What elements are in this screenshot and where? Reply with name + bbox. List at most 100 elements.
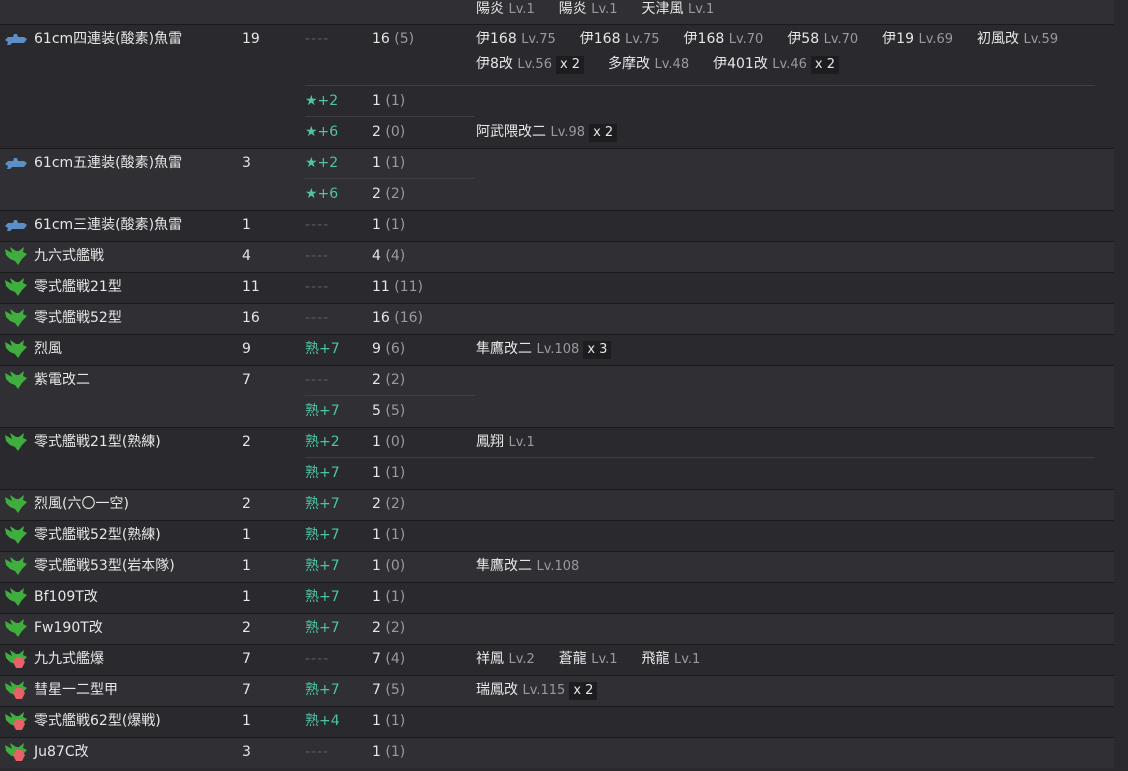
ship-entry: 瑞鳳改 Lv.115 x 2: [476, 677, 598, 703]
dive-bomber-icon: [5, 712, 27, 730]
ship-name: 伊168: [579, 31, 621, 47]
table-row-stripe: [0, 304, 1114, 334]
equipment-name[interactable]: 零式艦戦62型(爆戦): [34, 706, 161, 737]
fighter-icon: [5, 433, 27, 451]
fighter-icon: [5, 278, 27, 296]
count-total: 2: [372, 372, 381, 388]
equipment-count: 16 (16): [372, 303, 423, 334]
dive-bomber-icon: [5, 681, 27, 699]
improvement-level: ----: [305, 217, 330, 233]
equipment-name[interactable]: Fw190T改: [34, 613, 103, 644]
improvement-level: 熟+7: [305, 620, 340, 636]
ship-level: Lv.1: [688, 2, 715, 17]
equipment-total: 3: [242, 744, 251, 760]
count-total: 2: [372, 124, 381, 140]
count-available: (5): [385, 682, 406, 698]
equipment-count: 1 (1): [372, 86, 405, 117]
count-total: 16: [372, 310, 390, 326]
row-divider: [0, 644, 1114, 645]
count-available: (4): [385, 248, 406, 264]
equipment-name[interactable]: 紫電改二: [34, 365, 90, 396]
fighter-icon: [5, 557, 27, 575]
ship-entry: 伊168 Lv.75: [580, 26, 660, 52]
dive-bomber-icon: [5, 650, 27, 668]
ship-level: Lv.115: [522, 683, 566, 698]
ship-level: Lv.70: [823, 32, 859, 47]
equipment-count: 1 (1): [372, 582, 405, 613]
count-available: (1): [385, 713, 406, 729]
ship-name: 伊401改: [713, 56, 768, 72]
improvement-level: 熟+7: [305, 496, 340, 512]
equipment-count: 9 (6): [372, 334, 405, 365]
table-row-stripe: [0, 366, 1114, 427]
equipment-count: 1 (1): [372, 458, 405, 489]
equipment-count: 5 (5): [372, 396, 405, 427]
improvement-level: 熟+4: [305, 713, 340, 729]
ship-entry: 伊19 Lv.69: [882, 26, 953, 52]
equipment-name[interactable]: 烈風(六〇一空): [34, 489, 129, 520]
improvement-level: ★+6: [305, 124, 339, 140]
ship-level: Lv.69: [918, 32, 954, 47]
count-total: 7: [372, 682, 381, 698]
ship-entry: 伊168 Lv.75: [476, 26, 556, 52]
ship-name: 隼鷹改二: [476, 558, 532, 574]
ship-entry: 伊168 Lv.70: [684, 26, 764, 52]
table-row-stripe: [0, 738, 1114, 768]
row-divider: [0, 520, 1114, 521]
equipment-total: 7: [242, 372, 251, 388]
ship-entry: 祥鳳 Lv.2: [476, 646, 535, 672]
count-available: (2): [385, 372, 406, 388]
ship-entry: 伊401改 Lv.46 x 2: [713, 51, 839, 77]
equipment-name[interactable]: 61cm三連装(酸素)魚雷: [34, 210, 182, 241]
count-total: 1: [372, 713, 381, 729]
ship-name: 鳳翔: [476, 434, 504, 450]
equipment-name[interactable]: 零式艦戦21型: [34, 272, 122, 303]
count-available: (1): [385, 465, 406, 481]
ship-name: 瑞鳳改: [476, 682, 518, 698]
equipment-name[interactable]: 零式艦戦52型(熟練): [34, 520, 161, 551]
count-available: (0): [385, 434, 406, 450]
equipment-count: 7 (4): [372, 644, 405, 675]
ship-name: 多摩改: [608, 56, 651, 72]
table-row-continuation: [0, 0, 1114, 24]
equipment-name[interactable]: 61cm四連装(酸素)魚雷: [34, 24, 182, 55]
table-row-stripe: [0, 242, 1114, 272]
equipment-count: 16 (5): [372, 24, 414, 55]
ship-level: Lv.1: [591, 2, 618, 17]
equipment-name[interactable]: 九九式艦爆: [34, 644, 104, 675]
improvement-level: 熟+2: [305, 434, 340, 450]
equipment-count: 2 (2): [372, 365, 405, 396]
equipment-name[interactable]: 零式艦戦52型: [34, 303, 122, 334]
equipment-total: 1: [242, 217, 251, 233]
count-available: (1): [385, 744, 406, 760]
fighter-icon: [5, 371, 27, 389]
improvement-level: ----: [305, 248, 330, 264]
equipment-name[interactable]: 61cm五連装(酸素)魚雷: [34, 148, 182, 179]
ship-name: 隼鷹改二: [476, 341, 532, 357]
ship-entry: 隼鷹改二 Lv.108: [476, 553, 579, 579]
equipment-name[interactable]: 烈風: [34, 334, 62, 365]
equipment-total: 7: [242, 682, 251, 698]
equipment-name[interactable]: 零式艦戦53型(岩本隊): [34, 551, 175, 582]
improvement-level: ----: [305, 31, 330, 47]
ship-level: Lv.1: [674, 652, 701, 667]
improvement-level: 熟+7: [305, 682, 340, 698]
equipment-total: 16: [242, 310, 260, 326]
ship-name: 陽炎: [558, 1, 587, 17]
row-divider: [0, 582, 1114, 583]
ship-level: Lv.108: [536, 342, 580, 357]
ship-name: 伊8改: [476, 56, 513, 72]
equipment-name[interactable]: 九六式艦戦: [34, 241, 104, 272]
subrow-divider: [305, 85, 1095, 86]
equipment-count: 11 (11): [372, 272, 423, 303]
equipment-name[interactable]: 彗星一二型甲: [34, 675, 118, 706]
equipment-total: 1: [242, 527, 251, 543]
row-divider: [0, 334, 1114, 335]
improvement-level: 熟+7: [305, 589, 340, 605]
count-total: 16: [372, 31, 390, 47]
equipment-name[interactable]: 零式艦戦21型(熟練): [34, 427, 161, 458]
equipment-name[interactable]: Bf109T改: [34, 582, 98, 613]
improvement-level: ----: [305, 651, 330, 667]
count-available: (2): [385, 496, 406, 512]
equipment-name[interactable]: Ju87C改: [34, 737, 89, 768]
